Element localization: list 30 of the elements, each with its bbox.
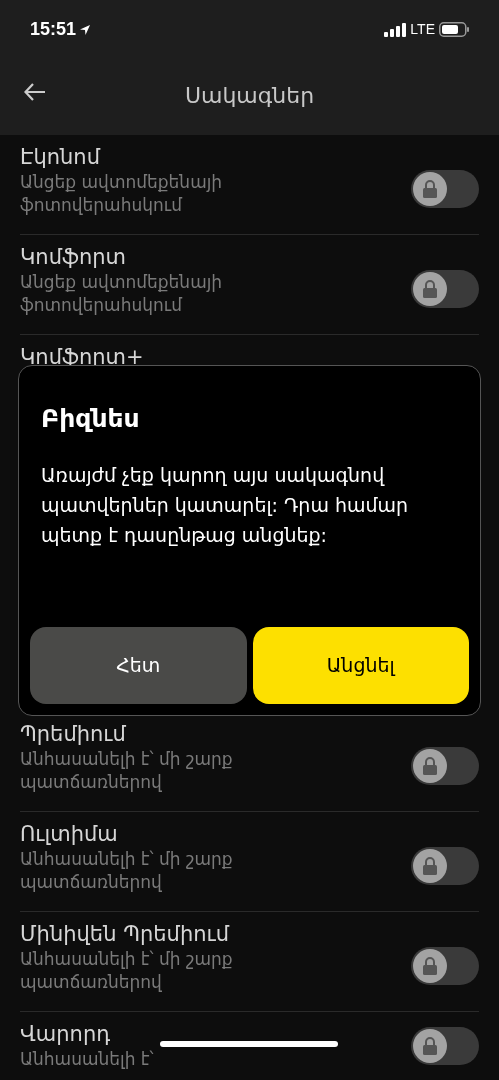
dialog-button[interactable]: Հետ [30, 627, 247, 704]
signal-icon [384, 22, 407, 37]
plan-note: Անհասանելի է՝ մի շարք պատճառներով [20, 748, 234, 794]
back-arrow-icon [24, 83, 46, 101]
plan-name: Կոմֆորտ [20, 244, 127, 271]
plan-note: Անհասանելի է՝ մի շարք պատճառներով [20, 948, 234, 994]
toggle-switch[interactable] [411, 946, 479, 985]
dialog-title: Բիզնես [41, 403, 141, 435]
dialog-button[interactable]: Անցնել [252, 627, 469, 704]
battery-icon [439, 22, 469, 37]
dialog-message: Առայժմ չեք կարող այս սակագնով պատվերներ կատարել: Դրա համար պետք է դասընթաց անցնեք: [41, 462, 410, 548]
plan-name: Էկոնոմ [20, 144, 102, 171]
plan-name: Մինիվեն Պրեմիում [20, 921, 231, 948]
plan-note: Անցեք ավտոմեքենայի ֆոտովերահսկում [20, 271, 224, 317]
status-time: 15:51 [30, 18, 77, 41]
plan-name: Վարորդ [20, 1021, 112, 1048]
location-arrow-icon [79, 23, 92, 36]
plan-name: Կոմֆորտ+ [20, 344, 144, 371]
plan-note: Անհասանելի է՝ մի շարք պատճառներով [20, 848, 234, 894]
toggle-switch[interactable] [411, 746, 479, 785]
toggle-switch[interactable] [411, 269, 479, 308]
plan-note: Անցեք ավտոմեքենայի ֆոտովերահսկում [20, 171, 224, 217]
plan-name: Պրեմիում [20, 721, 127, 748]
toggle-switch[interactable] [411, 169, 479, 208]
plan-note: Անհասանելի է՝ [20, 1048, 154, 1071]
plan-name: Ուլտիմա [20, 821, 119, 848]
network-label: LTE [410, 20, 435, 39]
page-title: Սակագներ [184, 81, 315, 110]
toggle-switch[interactable] [411, 1026, 479, 1065]
toggle-switch[interactable] [411, 846, 479, 885]
